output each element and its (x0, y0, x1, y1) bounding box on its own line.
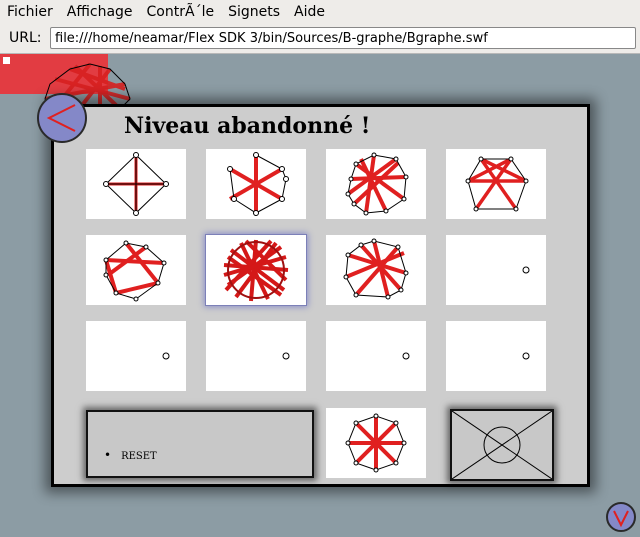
reset-label: RESET (104, 448, 157, 462)
level-thumb-4[interactable] (446, 149, 546, 219)
url-bar: URL: (0, 24, 640, 54)
menu-affichage[interactable]: Affichage (60, 4, 140, 20)
level-thumb-2[interactable] (206, 149, 306, 219)
level-thumb-7[interactable] (326, 235, 426, 305)
level-thumb-10-locked[interactable] (206, 321, 306, 391)
level-thumb-3[interactable] (326, 149, 426, 219)
envelope-close-icon (451, 410, 553, 480)
menu-bar: Fichier Affichage ContrÃ´le Signets Aide (0, 0, 640, 24)
level-thumb-13[interactable] (326, 408, 426, 478)
close-button[interactable] (450, 409, 554, 481)
level-thumb-11-locked[interactable] (326, 321, 426, 391)
menu-signets[interactable]: Signets (221, 4, 287, 20)
level-thumb-8-locked[interactable] (446, 235, 546, 305)
level-thumb-12-locked[interactable] (446, 321, 546, 391)
down-button[interactable] (606, 502, 636, 532)
url-input[interactable] (50, 27, 636, 49)
reset-button[interactable]: RESET (86, 410, 314, 478)
level-thumb-6-selected[interactable] (206, 235, 306, 305)
level-thumb-1[interactable] (86, 149, 186, 219)
flash-stage: Niveau abandonné ! • RESET (0, 54, 640, 537)
menu-controle[interactable]: ContrÃ´le (140, 4, 222, 20)
page-title: Niveau abandonné ! (124, 113, 371, 139)
chevron-left-icon (46, 104, 76, 132)
results-panel: Niveau abandonné ! • RESET (51, 104, 590, 487)
menu-aide[interactable]: Aide (287, 4, 332, 20)
corner-square (3, 57, 10, 64)
back-button[interactable] (37, 93, 87, 143)
chevron-down-icon (613, 510, 629, 528)
level-thumb-9-locked[interactable] (86, 321, 186, 391)
menu-fichier[interactable]: Fichier (0, 4, 60, 20)
level-thumb-5[interactable] (86, 235, 186, 305)
url-label: URL: (9, 30, 42, 46)
